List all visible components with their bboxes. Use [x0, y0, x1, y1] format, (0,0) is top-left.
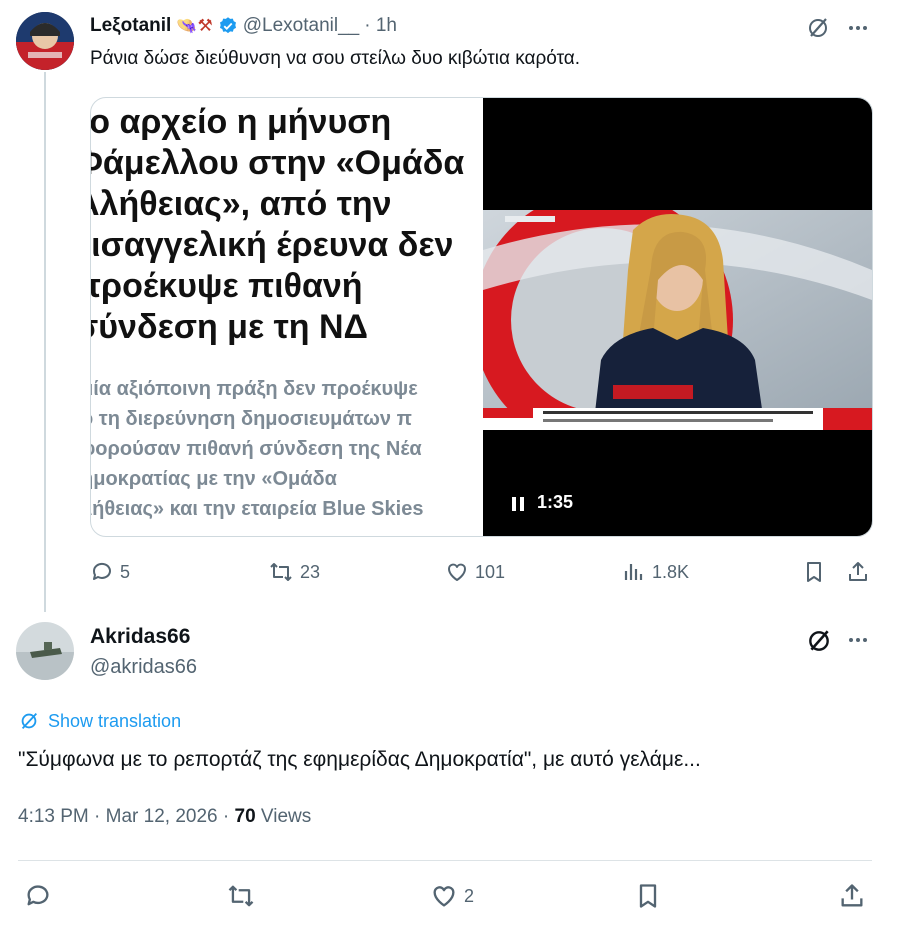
heart-icon	[445, 560, 469, 584]
author-handle[interactable]: @akridas66	[90, 656, 197, 679]
like-count: 101	[475, 561, 506, 582]
divider	[18, 860, 872, 861]
analytics-icon	[622, 560, 646, 584]
more-options-icon[interactable]	[846, 628, 870, 652]
media-card[interactable]: το αρχείο η μήνυση Φάμελλου στην «Ομάδα …	[90, 97, 873, 537]
headline-line: το αρχείο η μήνυση	[90, 103, 392, 141]
headline-line: εισαγγελική έρευνα δεν	[90, 226, 454, 264]
body-line: φορούσαν πιθανή σύνδεση της Νέα	[90, 438, 422, 460]
tweet-text: "Σύμφωνα με το ρεπορτάζ της εφημερίδας Δ…	[18, 748, 701, 771]
author-name[interactable]: Akridas66	[90, 625, 190, 649]
views-button[interactable]: 1.8K	[622, 560, 689, 584]
video-frame	[483, 210, 872, 430]
tweet-metadata: 4:13 PM · Mar 12, 2026 · 70 Views	[18, 806, 311, 828]
headline-line: Αλήθειας», από την	[90, 185, 392, 223]
tweet-time[interactable]: · 1h	[364, 15, 397, 37]
avatar-image	[16, 12, 74, 70]
reply-button[interactable]: 5	[90, 560, 130, 584]
tweet-timestamp[interactable]: 4:13 PM · Mar 12, 2026 ·	[18, 806, 235, 827]
author-handle[interactable]: @Lexotanil__	[243, 15, 359, 37]
views-label: Views	[255, 806, 312, 827]
reply-count: 5	[120, 561, 131, 582]
translate-icon	[18, 710, 40, 732]
article-body: μία αξιόποινη πράξη δεν προέκυψε ό τη δι…	[90, 374, 491, 524]
more-options-icon[interactable]	[846, 16, 870, 40]
share-icon[interactable]	[846, 560, 870, 584]
avatar[interactable]	[16, 12, 74, 70]
grok-icon[interactable]	[806, 16, 830, 40]
repost-icon[interactable]	[226, 882, 256, 910]
views-count: 1.8K	[652, 561, 690, 582]
reply-icon	[90, 560, 114, 584]
author-emojis: 👒⚒	[176, 16, 213, 35]
video-player[interactable]: 1:35	[483, 98, 872, 536]
body-line: ημοκρατίας με την «Ομάδα	[90, 468, 337, 490]
reply-icon[interactable]	[24, 882, 52, 910]
heart-icon	[430, 882, 458, 910]
verified-badge-icon	[218, 16, 238, 36]
show-translation-label: Show translation	[48, 710, 182, 731]
author-name[interactable]: Leξotanil	[90, 15, 171, 37]
tweet-text: Ράνια δώσε διεύθυνση να σου στείλω δυο κ…	[90, 48, 581, 69]
views-count: 70	[234, 806, 256, 827]
like-button[interactable]: 101	[445, 560, 505, 584]
bookmark-icon[interactable]	[802, 560, 826, 584]
body-line: λήθειας» και την εταιρεία Blue Skies	[90, 498, 424, 520]
headline-line: προέκυψε πιθανή	[90, 267, 363, 305]
avatar-image	[16, 622, 74, 680]
share-icon[interactable]	[838, 882, 866, 910]
repost-count: 23	[300, 561, 321, 582]
bookmark-icon[interactable]	[634, 882, 662, 910]
article-headline: το αρχείο η μήνυση Φάμελλου στην «Ομάδα …	[90, 102, 495, 348]
show-translation-link[interactable]: Show translation	[18, 710, 181, 732]
avatar[interactable]	[16, 622, 74, 680]
repost-icon	[268, 560, 294, 584]
like-count: 2	[464, 885, 475, 906]
headline-line: σύνδεση με τη ΝΔ	[90, 308, 368, 346]
body-line: μία αξιόποινη πράξη δεν προέκυψε	[90, 378, 418, 400]
pause-icon[interactable]	[511, 496, 525, 512]
thread-line	[44, 72, 46, 612]
repost-button[interactable]: 23	[268, 560, 320, 584]
body-line: ό τη διερεύνηση δημοσιευμάτων π	[90, 408, 412, 430]
video-duration: 1:35	[537, 492, 574, 512]
like-button[interactable]: 2	[430, 882, 474, 910]
grok-icon[interactable]	[806, 628, 832, 654]
headline-line: Φάμελλου στην «Ομάδα	[90, 144, 465, 182]
